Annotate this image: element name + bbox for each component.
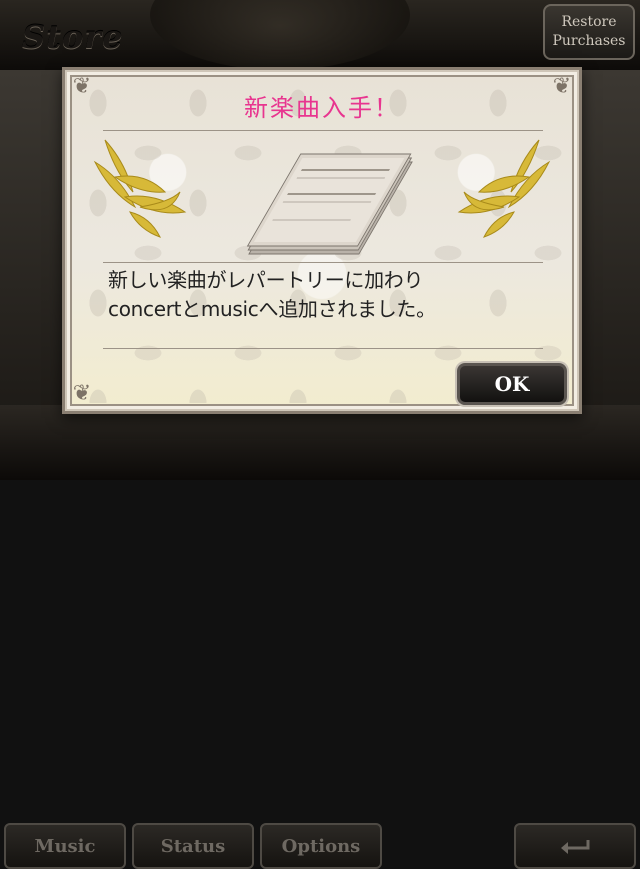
message-line-2: concertとmusicへ追加されました。 [108, 297, 436, 321]
page-title: Store [22, 18, 124, 56]
ornament-corner-icon: ❦ [72, 381, 92, 406]
status-button[interactable]: Status [132, 823, 254, 869]
gold-laurel-icon [93, 139, 187, 238]
dialog-title: 新楽曲入手！ [244, 94, 400, 122]
restore-purchases-button[interactable]: Restore Purchases [543, 4, 635, 60]
message-line-1: 新しい楽曲がレパートリーに加わり [108, 268, 424, 292]
return-arrow-icon [561, 840, 590, 854]
divider [103, 130, 543, 131]
music-button[interactable]: Music [4, 823, 126, 869]
ok-button[interactable]: OK [457, 363, 567, 405]
restore-label-line2: Purchases [552, 33, 626, 49]
gold-laurel-icon [457, 139, 551, 238]
divider [103, 262, 543, 263]
divider [103, 348, 543, 349]
sheet-music-icon [246, 153, 413, 255]
new-song-dialog: ❦ ❦ ❦ ❦ 新楽曲入手！ [62, 67, 582, 414]
top-bar: Store Restore Purchases [0, 0, 640, 70]
options-button[interactable]: Options [260, 823, 382, 869]
restore-label-line1: Restore [561, 14, 617, 30]
dialog-message: 新しい楽曲がレパートリーに加わり concertとmusicへ追加されました。 [108, 266, 548, 324]
violin-illustration [150, 0, 410, 70]
bottom-nav-bar: Music Status Options [0, 405, 640, 869]
back-button[interactable] [514, 823, 636, 869]
